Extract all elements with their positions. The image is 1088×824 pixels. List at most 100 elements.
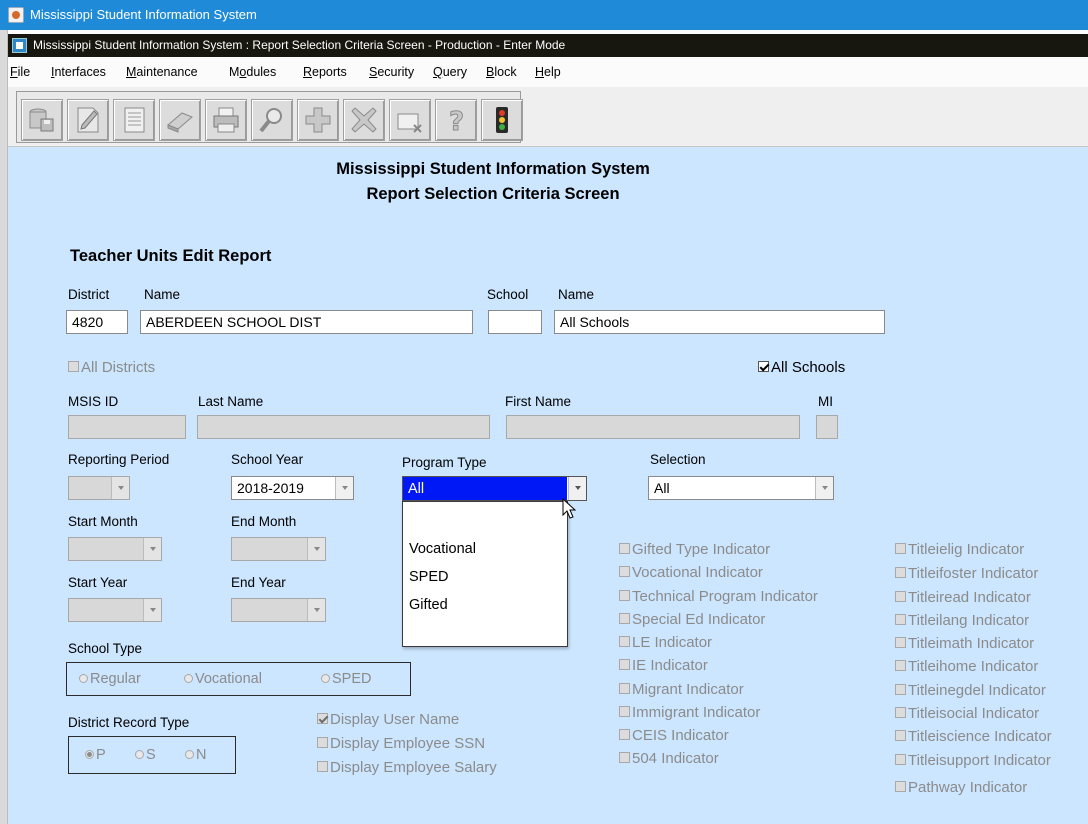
titleisupport-indicator-checkbox[interactable]: Titleisupport Indicator — [895, 752, 1051, 769]
display-user-name-checkbox[interactable]: Display User Name — [317, 711, 459, 728]
program-type-option-gifted[interactable]: Gifted — [409, 597, 448, 613]
menu-reports[interactable]: Reports — [303, 65, 347, 79]
district-field[interactable]: 4820 — [66, 310, 128, 334]
chevron-down-icon[interactable] — [568, 477, 586, 500]
menu-block[interactable]: Block — [486, 65, 517, 79]
titleihome-indicator-checkbox[interactable]: Titleihome Indicator — [895, 658, 1038, 675]
indicator-label: Technical Program Indicator — [632, 588, 818, 605]
pathway-indicator-checkbox[interactable]: Pathway Indicator — [895, 779, 1027, 796]
school-type-radio-vocational[interactable]: Vocational — [184, 671, 262, 687]
inner-window-title-bar[interactable]: Mississippi Student Information System :… — [8, 34, 1088, 57]
school-type-radio-sped[interactable]: SPED — [321, 671, 372, 687]
chevron-down-icon[interactable] — [143, 538, 161, 560]
erase-button[interactable] — [159, 99, 201, 141]
display-employee-salary-checkbox[interactable]: Display Employee Salary — [317, 759, 497, 776]
school-field[interactable] — [488, 310, 542, 334]
titleiread-indicator-checkbox[interactable]: Titleiread Indicator — [895, 589, 1031, 606]
titleifoster-indicator-checkbox[interactable]: Titleifoster Indicator — [895, 565, 1038, 582]
ie-indicator-checkbox[interactable]: IE Indicator — [619, 657, 708, 674]
indicator-label: Titleilang Indicator — [908, 612, 1030, 629]
special-ed-indicator-checkbox[interactable]: Special Ed Indicator — [619, 611, 765, 628]
program-type-select[interactable]: All — [402, 476, 587, 501]
checkbox-box — [619, 659, 630, 670]
migrant-indicator-checkbox[interactable]: Migrant Indicator — [619, 681, 744, 698]
record-type-n-label: N — [196, 747, 207, 763]
school-name-field[interactable]: All Schools — [554, 310, 885, 334]
program-type-option-vocational[interactable]: Vocational — [409, 541, 476, 557]
delete-button[interactable] — [343, 99, 385, 141]
district-name-field[interactable]: ABERDEEN SCHOOL DIST — [140, 310, 473, 334]
save-icon — [29, 108, 54, 132]
school-type-radio-regular[interactable]: Regular — [79, 671, 141, 687]
titleiscience-indicator-checkbox[interactable]: Titleiscience Indicator — [895, 728, 1052, 745]
first-name-label: First Name — [505, 394, 572, 409]
start-year-select[interactable] — [68, 598, 162, 622]
school-label: School — [487, 287, 529, 302]
chevron-down-icon[interactable] — [307, 599, 325, 621]
chevron-down-icon[interactable] — [307, 538, 325, 560]
print-icon — [213, 107, 239, 133]
indicator-label: Titleiread Indicator — [908, 589, 1031, 606]
immigrant-indicator-checkbox[interactable]: Immigrant Indicator — [619, 704, 760, 721]
program-type-selected-option[interactable]: All — [403, 477, 567, 500]
reporting-period-select[interactable] — [68, 476, 130, 500]
all-districts-checkbox[interactable]: All Districts — [68, 359, 155, 376]
menu-reports-mnemonic: R — [303, 65, 313, 79]
menu-file[interactable]: File — [10, 65, 30, 79]
menu-query[interactable]: Query — [433, 65, 467, 79]
add-button[interactable] — [297, 99, 339, 141]
le-indicator-checkbox[interactable]: LE Indicator — [619, 634, 712, 651]
504-indicator-checkbox[interactable]: 504 Indicator — [619, 750, 719, 767]
school-type-sped-label: SPED — [332, 671, 372, 687]
record-type-radio-s[interactable]: S — [135, 747, 156, 763]
ceis-indicator-checkbox[interactable]: CEIS Indicator — [619, 727, 729, 744]
titleimath-indicator-checkbox[interactable]: Titleimath Indicator — [895, 635, 1034, 652]
technical-program-indicator-checkbox[interactable]: Technical Program Indicator — [619, 588, 818, 605]
list-button[interactable] — [113, 99, 155, 141]
mi-field[interactable] — [816, 415, 838, 439]
program-type-option-sped[interactable]: SPED — [409, 569, 449, 585]
msis-id-field[interactable] — [68, 415, 186, 439]
start-month-select[interactable] — [68, 537, 162, 561]
menu-modules-pre: M — [229, 65, 240, 79]
display-employee-salary-label: Display Employee Salary — [330, 759, 497, 776]
edit-button[interactable] — [67, 99, 109, 141]
last-name-field[interactable] — [197, 415, 490, 439]
clear-button[interactable] — [389, 99, 431, 141]
menu-help[interactable]: Help — [535, 65, 561, 79]
record-type-radio-p[interactable]: P — [85, 747, 106, 763]
checkbox-box — [895, 567, 906, 578]
traffic-light-button[interactable] — [481, 99, 523, 141]
menu-security[interactable]: Security — [369, 65, 414, 79]
first-name-field[interactable] — [506, 415, 800, 439]
selection-select[interactable]: All — [648, 476, 834, 500]
help-button[interactable]: ? — [435, 99, 477, 141]
chevron-down-icon[interactable] — [335, 477, 353, 499]
gifted-type-indicator-checkbox[interactable]: Gifted Type Indicator — [619, 541, 770, 558]
titleisocial-indicator-checkbox[interactable]: Titleisocial Indicator — [895, 705, 1039, 722]
chevron-down-icon[interactable] — [111, 477, 129, 499]
record-type-radio-n[interactable]: N — [185, 747, 206, 763]
menu-modules[interactable]: Modules — [229, 65, 276, 79]
titleilang-indicator-checkbox[interactable]: Titleilang Indicator — [895, 612, 1029, 629]
save-button[interactable] — [21, 99, 63, 141]
school-name-label: Name — [558, 287, 595, 302]
indicator-label: Titleimath Indicator — [908, 635, 1035, 652]
titleinegdel-indicator-checkbox[interactable]: Titleinegdel Indicator — [895, 682, 1046, 699]
print-button[interactable] — [205, 99, 247, 141]
all-schools-checkbox[interactable]: All Schools — [758, 359, 845, 376]
end-year-select[interactable] — [231, 598, 326, 622]
search-button[interactable] — [251, 99, 293, 141]
menu-maintenance[interactable]: Maintenance — [126, 65, 198, 79]
vocational-indicator-checkbox[interactable]: Vocational Indicator — [619, 564, 763, 581]
titleielig-indicator-checkbox[interactable]: Titleielig Indicator — [895, 541, 1024, 558]
chevron-down-icon[interactable] — [815, 477, 833, 499]
toolbar-frame: ? — [16, 91, 523, 143]
window-title-bar[interactable]: Mississippi Student Information System — [0, 0, 1088, 30]
school-year-select[interactable]: 2018-2019 — [231, 476, 354, 500]
menu-interfaces[interactable]: Interfaces — [51, 65, 106, 79]
window-title: Mississippi Student Information System — [30, 7, 257, 22]
end-month-select[interactable] — [231, 537, 326, 561]
chevron-down-icon[interactable] — [143, 599, 161, 621]
display-employee-ssn-checkbox[interactable]: Display Employee SSN — [317, 735, 485, 752]
